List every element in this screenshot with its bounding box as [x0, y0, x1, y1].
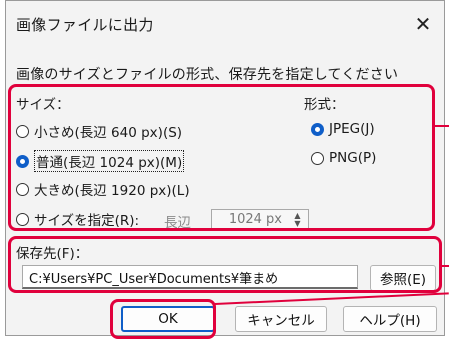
destination-highlight	[8, 236, 442, 293]
annotation-line	[434, 125, 449, 127]
close-button[interactable]: ✕	[408, 9, 438, 39]
ok-button-highlight	[110, 299, 216, 339]
dialog-title: 画像ファイルに出力	[16, 16, 154, 34]
cancel-button[interactable]: キャンセル	[235, 306, 327, 332]
close-icon: ✕	[414, 12, 432, 36]
help-button[interactable]: ヘルプ(H)	[343, 306, 437, 332]
annotation-line	[441, 265, 449, 267]
page: 画像ファイルに出力 ✕ 画像のサイズとファイルの形式、保存先を指定してください …	[0, 0, 449, 340]
title-bar: 画像ファイルに出力 ✕	[6, 1, 444, 49]
size-format-highlight	[8, 84, 435, 231]
instruction-text: 画像のサイズとファイルの形式、保存先を指定してください	[16, 67, 399, 83]
